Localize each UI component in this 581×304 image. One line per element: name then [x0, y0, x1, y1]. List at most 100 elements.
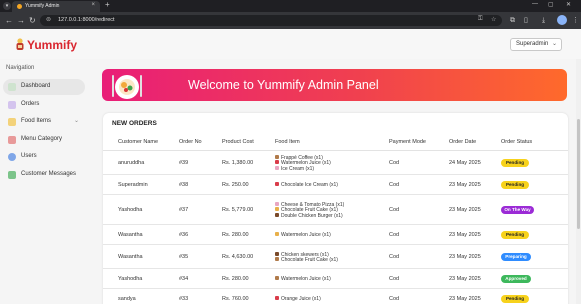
payment-mode-cell: Cod	[389, 296, 400, 302]
bookmark-star-icon[interactable]: ☆	[491, 16, 496, 23]
sidebar: Navigation Dashboard Orders Food Items ⌄…	[0, 59, 92, 304]
food-item: Orange Juice (x1)	[275, 296, 321, 302]
customer-name-cell: Wasantha	[118, 232, 143, 238]
sidebar-item-food-items[interactable]: Food Items ⌄	[3, 114, 85, 130]
food-item-list: Watermelon Juice (x1)	[275, 232, 331, 238]
profile-avatar[interactable]	[557, 15, 567, 25]
customer-name-cell: Yashodha	[118, 207, 143, 213]
back-icon[interactable]: ←	[5, 16, 13, 25]
sidebar-item-label: Users	[21, 153, 37, 159]
status-badge[interactable]: Pending	[501, 295, 529, 303]
food-item-list: Watermelon Juice (x1)	[275, 276, 331, 282]
food-thumbnail-icon	[275, 201, 279, 206]
minimize-icon[interactable]: —	[532, 1, 538, 7]
app-window: Yummify Superadmin ⌄ Navigation Dashboar…	[0, 29, 581, 304]
food-thumbnail-icon	[275, 182, 279, 187]
new-tab-icon[interactable]: +	[105, 0, 110, 9]
nav-title: Navigation	[6, 65, 35, 71]
order-no-cell: #35	[179, 254, 189, 260]
status-badge[interactable]: Approved	[501, 275, 531, 283]
reload-icon[interactable]: ↻	[29, 16, 36, 25]
sidebar-item-label: Orders	[21, 101, 40, 107]
user-menu-dropdown[interactable]: Superadmin ⌄	[510, 38, 562, 51]
sidebar-item-dashboard[interactable]: Dashboard	[3, 79, 85, 95]
customer-name-cell: Yashodha	[118, 276, 143, 282]
forward-icon[interactable]: →	[17, 16, 25, 25]
card-title: NEW ORDERS	[112, 120, 157, 127]
food-item-list: Frappé Coffee (x1) Watermelon Juice (x1) I…	[275, 154, 331, 172]
sidebar-item-label: Menu Category	[21, 136, 63, 142]
browser-toolbar: ← → ↻ ⊜ 127.0.0.1:8000/redirect ⚿ ☆ ⧉ ▯ …	[0, 12, 581, 29]
table-row[interactable]: Yashodha #37 Rs. 5,779.00 Cheese & Tomato P…	[103, 195, 568, 225]
browser-tab[interactable]: Yummify Admin ×	[12, 1, 100, 12]
column-header: Order Status	[501, 139, 533, 145]
table-row[interactable]: Wasantha #35 Rs. 4,630.00 Chicken skewers (…	[103, 245, 568, 269]
food-item: Watermelon Juice (x1)	[275, 232, 331, 238]
order-date-cell: 23 May 2025	[449, 276, 481, 282]
status-badge[interactable]: Pending	[501, 159, 529, 167]
status-badge[interactable]: Pending	[501, 231, 529, 239]
maximize-icon[interactable]: ▢	[548, 1, 554, 8]
payment-mode-cell: Cod	[389, 254, 400, 260]
food-item-text: Chocolate Ice Cream (x1)	[281, 182, 338, 189]
product-cost-cell: Rs. 4,630.00	[222, 254, 254, 260]
food-item: Chocolate Ice Cream (x1)	[275, 182, 338, 188]
tab-search-icon[interactable]: ▾	[3, 2, 11, 10]
app-header: Yummify Superadmin ⌄	[0, 29, 581, 59]
status-badge[interactable]: Preparing	[501, 253, 531, 261]
table-row[interactable]: Superadmin #38 Rs. 250.00 Chocolate Ice Cre…	[103, 175, 568, 195]
table-row[interactable]: sandya #33 Rs. 760.00 Orange Juice (x1) Cod 2…	[103, 289, 568, 304]
food-item-list: Chocolate Ice Cream (x1)	[275, 182, 338, 188]
sidebar-item-customer-messages[interactable]: Customer Messages	[3, 167, 85, 183]
banner-title: Welcome to Yummify Admin Panel	[188, 78, 379, 92]
product-cost-cell: Rs. 250.00	[222, 182, 249, 188]
order-date-cell: 23 May 2025	[449, 296, 481, 302]
table-header: Customer Name Order No Product Cost Food…	[103, 133, 568, 151]
food-thumbnail-icon	[275, 160, 279, 165]
column-header: Customer Name	[118, 139, 159, 145]
chevron-down-icon: ⌄	[73, 118, 79, 124]
food-item-text: Watermelon Juice (x1)	[281, 232, 331, 239]
page-scrollbar[interactable]	[576, 59, 581, 304]
food-item-text: Double Chicken Burger (x1)	[281, 212, 343, 219]
password-key-icon[interactable]: ⚿	[478, 16, 483, 23]
order-no-cell: #33	[179, 296, 189, 302]
extensions-icon[interactable]: ⧉	[510, 16, 515, 25]
food-thumbnail-icon	[275, 296, 279, 301]
sidebar-icon[interactable]: ▯	[524, 16, 528, 25]
food-thumbnail-icon	[275, 232, 279, 237]
more-menu-icon[interactable]: ⋮	[572, 16, 579, 25]
food-item: Watermelon Juice (x1)	[275, 276, 331, 282]
logo-text: Yummify	[27, 38, 78, 52]
column-header: Order Date	[449, 139, 477, 145]
product-cost-cell: Rs. 5,779.00	[222, 207, 254, 213]
sidebar-item-menu-category[interactable]: Menu Category	[3, 132, 85, 148]
dashboard-icon	[8, 83, 16, 91]
food-item-list: Cheese & Tomato Pizza (x1) Chocolate Frui…	[275, 201, 344, 219]
status-badge[interactable]: Pending	[501, 181, 529, 189]
chef-logo-icon	[16, 38, 24, 50]
order-no-cell: #34	[179, 276, 189, 282]
column-header: Food Item	[275, 139, 300, 145]
food-items-icon	[8, 118, 16, 126]
sidebar-item-users[interactable]: Users	[3, 149, 85, 165]
order-date-cell: 23 May 2025	[449, 232, 481, 238]
food-plate-icon	[112, 75, 142, 99]
food-item-text: Chocolate Fruit Cake (x1)	[281, 257, 338, 263]
tab-favicon-icon	[17, 4, 22, 9]
scrollbar-thumb[interactable]	[577, 119, 580, 229]
food-thumbnail-icon	[275, 276, 279, 281]
sidebar-item-orders[interactable]: Orders	[3, 97, 85, 113]
status-badge[interactable]: On The Way	[501, 206, 534, 214]
table-row[interactable]: Yashodha #34 Rs. 280.00 Watermelon Juice (x…	[103, 269, 568, 289]
address-bar[interactable]: ⊜ 127.0.0.1:8000/redirect ⚿ ☆	[40, 15, 502, 26]
close-window-icon[interactable]: ✕	[566, 1, 571, 8]
order-date-cell: 23 May 2025	[449, 254, 481, 260]
payment-mode-cell: Cod	[389, 232, 400, 238]
table-row[interactable]: anuruddha #39 Rs. 1,380.00 Frappé Coffee (x…	[103, 151, 568, 175]
download-icon[interactable]: ⤓	[542, 16, 545, 25]
column-header: Product Cost	[222, 139, 254, 145]
site-info-icon[interactable]: ⊜	[46, 16, 51, 23]
tab-close-icon[interactable]: ×	[91, 2, 95, 8]
table-row[interactable]: Wasantha #36 Rs. 280.00 Watermelon Juice (x…	[103, 225, 568, 245]
